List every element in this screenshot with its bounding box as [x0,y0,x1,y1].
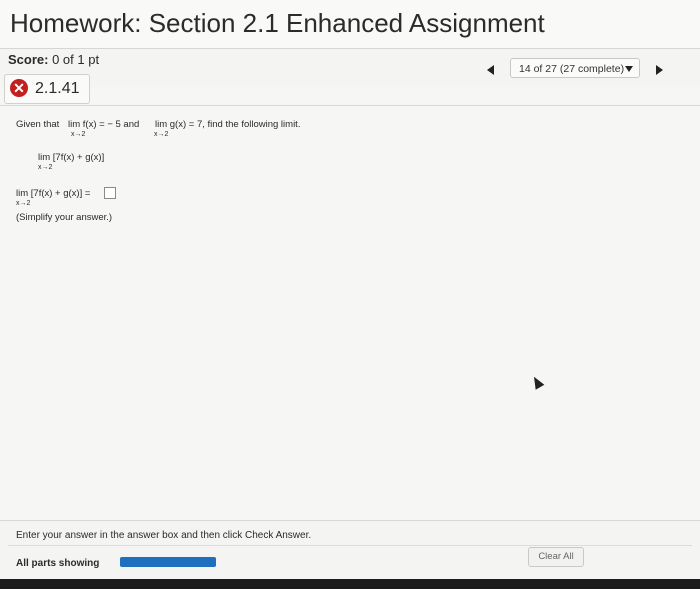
score-text: Score: 0 of 1 pt [8,52,99,67]
title-bar: Homework: Section 2.1 Enhanced Assignmen… [0,0,700,49]
next-question-arrow-icon[interactable] [656,65,663,75]
question-progress-dropdown[interactable]: 14 of 27 (27 complete) [510,58,640,78]
answer-input[interactable] [104,187,116,199]
footer-divider [8,545,692,546]
x-circle-icon: ✕ [10,79,28,97]
page-title: Homework: Section 2.1 Enhanced Assignmen… [10,8,545,38]
prompt-given: Given that [16,119,60,130]
score-label: Score: [8,52,49,67]
progress-bar [120,557,216,567]
previous-question-arrow-icon[interactable] [487,65,494,75]
limit-subscript-1: x→2 [71,131,86,138]
prompt-limit-f: lim f(x) = − 5 and [68,119,140,130]
footer: Enter your answer in the answer box and … [0,520,700,579]
limit-subscript-2: x→2 [154,131,169,138]
score-row: Score: 0 of 1 pt 14 of 27 (27 complete) [0,49,700,87]
chevron-down-icon [625,66,633,72]
homework-screen: Homework: Section 2.1 Enhanced Assignmen… [0,0,700,579]
prompt-limit-g: lim g(x) = 7, find the following limit. [155,119,301,130]
question-number: 2.1.41 [35,80,80,97]
divider [0,105,700,106]
question-id-box: ✕ 2.1.41 [4,74,90,104]
simplify-hint: (Simplify your answer.) [16,212,113,223]
answer-expression: lim [7f(x) + g(x)] = [16,188,91,199]
target-expression: lim [7f(x) + g(x)] [38,152,105,163]
parts-showing-label: All parts showing [16,558,100,569]
question-progress-text: 14 of 27 (27 complete) [519,63,625,75]
target-subscript: x→2 [38,164,53,171]
score-value: 0 of 1 pt [52,52,100,67]
clear-all-button[interactable]: Clear All [528,547,584,567]
answer-subscript: x→2 [16,200,31,207]
mouse-pointer-icon [529,374,545,390]
instruction-text: Enter your answer in the answer box and … [16,530,312,541]
